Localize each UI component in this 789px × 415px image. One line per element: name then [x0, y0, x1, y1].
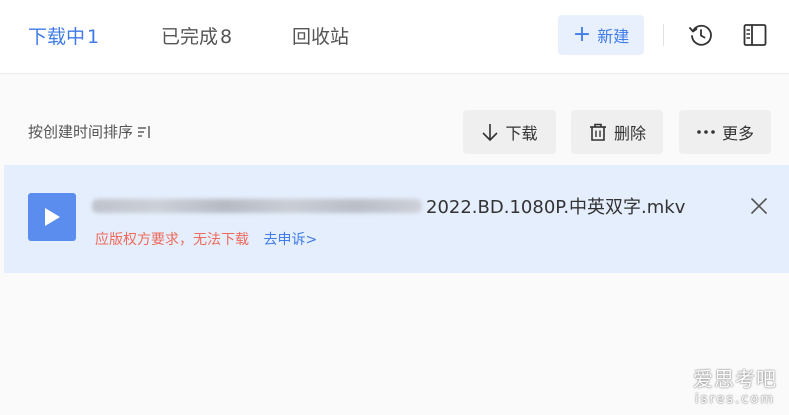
file-name-text: 2022.BD.1080P.中英双字.mkv: [426, 197, 686, 218]
watermark-main: 爱思考吧: [693, 367, 777, 391]
trash-icon: [589, 123, 606, 141]
tab-completed-count: 8: [220, 26, 233, 48]
more-label: 更多: [721, 124, 754, 143]
sidebar-panel-icon: [743, 24, 767, 46]
tab-downloading-label: 下载中: [28, 26, 86, 48]
history-clock-icon: [689, 24, 712, 46]
more-dots-icon: [697, 130, 715, 134]
panel-toggle-button[interactable]: [740, 20, 770, 50]
sort-label: 按创建时间排序: [28, 123, 134, 141]
appeal-link[interactable]: 去申诉>: [263, 232, 317, 248]
header-divider: [663, 24, 664, 46]
watermark: 爱思考吧 isres.com: [693, 363, 777, 407]
tab-completed[interactable]: 已完成 8: [161, 22, 232, 49]
sort-icon: [138, 125, 150, 138]
play-icon: [45, 208, 60, 226]
tab-completed-label: 已完成: [161, 26, 219, 48]
new-task-button[interactable]: + 新建: [558, 15, 644, 55]
arrow-down-icon: [482, 124, 499, 141]
tab-downloading-count: 1: [87, 26, 100, 48]
header-bar: 下载中 1 已完成 8 回收站 + 新建: [0, 0, 789, 74]
blurred-filename-part: [92, 199, 422, 213]
watermark-sub: isres.com: [694, 392, 776, 407]
download-manager: 下载中 1 已完成 8 回收站 + 新建 按创建时间排序 下载 删除 更多 20…: [0, 0, 789, 415]
download-status: 应版权方要求，无法下载 去申诉>: [95, 229, 317, 249]
tab-recycle-bin[interactable]: 回收站: [292, 22, 349, 49]
video-file-icon: [28, 193, 76, 241]
download-label: 下载: [505, 124, 538, 143]
history-button[interactable]: [686, 20, 716, 50]
delete-label: 删除: [613, 124, 646, 143]
download-item[interactable]: 2022.BD.1080P.中英双字.mkv 应版权方要求，无法下载 去申诉>: [4, 165, 789, 273]
new-task-label: 新建: [597, 27, 630, 46]
tab-recycle-bin-label: 回收站: [292, 26, 350, 48]
sort-selector[interactable]: 按创建时间排序: [28, 121, 153, 142]
close-icon: [751, 198, 767, 214]
more-button[interactable]: 更多: [679, 110, 771, 154]
remove-item-button[interactable]: [744, 191, 774, 221]
download-button[interactable]: 下载: [463, 110, 556, 154]
delete-button[interactable]: 删除: [571, 110, 663, 154]
file-name: 2022.BD.1080P.中英双字.mkv: [92, 192, 722, 220]
tab-downloading[interactable]: 下载中 1: [28, 22, 99, 49]
plus-icon: +: [572, 22, 592, 47]
status-warning-text: 应版权方要求，无法下载: [95, 232, 249, 248]
